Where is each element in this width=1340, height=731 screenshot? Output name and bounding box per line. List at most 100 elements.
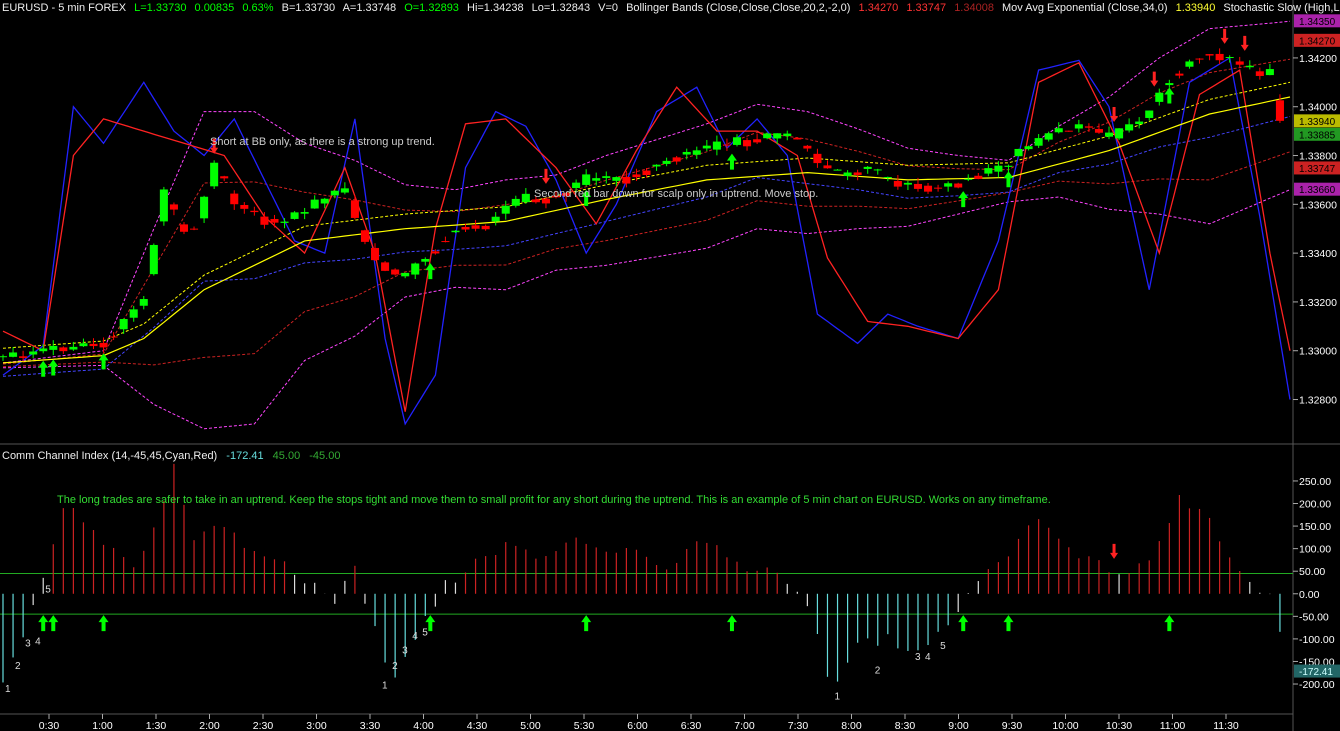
sell-arrow-icon xyxy=(1150,71,1159,87)
candle xyxy=(743,140,752,147)
candle xyxy=(501,205,510,214)
candle xyxy=(1175,73,1184,76)
candle xyxy=(451,230,460,233)
candle xyxy=(622,176,631,184)
time-tick-label: 5:00 xyxy=(520,720,541,731)
cci-buy-arrow-icon xyxy=(98,615,109,632)
sell-arrow-icon xyxy=(1220,28,1229,44)
annotation-uptrend-advice: The long trades are safer to take in an … xyxy=(57,494,1051,506)
cci-value-badge-label: -172.41 xyxy=(1299,667,1333,678)
cci-count-label: 5 xyxy=(45,584,51,595)
cci-lower: -45.00 xyxy=(309,450,341,462)
candle xyxy=(1044,133,1053,140)
time-tick-label: 4:30 xyxy=(467,720,488,731)
candle xyxy=(1205,54,1214,56)
cci-value: -172.41 xyxy=(226,450,264,462)
cci-count-label: 1 xyxy=(5,684,11,695)
time-tick-label: 2:00 xyxy=(199,720,220,731)
candle xyxy=(1155,92,1164,102)
price-tick-label: 1.33800 xyxy=(1299,151,1337,163)
time-tick-label: 9:30 xyxy=(1002,720,1023,731)
sell-arrow-icon xyxy=(541,168,550,184)
candle xyxy=(79,343,88,347)
candle xyxy=(763,133,772,139)
ask: A=1.33748 xyxy=(342,2,397,14)
cci-buy-arrow-icon xyxy=(1003,615,1014,632)
bb-value-2: 1.33747 xyxy=(906,2,947,14)
symbol-label: EURUSD - 5 min FOREX xyxy=(2,2,127,14)
last-price: L=1.33730 xyxy=(134,2,187,14)
candle xyxy=(119,319,128,330)
time-tick-label: 8:30 xyxy=(895,720,916,731)
buy-arrow-icon xyxy=(958,191,969,208)
bb-value-3: 1.34008 xyxy=(954,2,994,14)
candle xyxy=(994,165,1003,172)
candle xyxy=(401,272,410,277)
sell-arrow-icon xyxy=(1240,35,1249,51)
time-tick-label: 1:30 xyxy=(146,720,167,731)
price-tick-label: 1.34200 xyxy=(1299,53,1337,65)
candle xyxy=(521,193,530,203)
price-badge-label: 1.33940 xyxy=(1299,117,1336,128)
price-tick-label: 1.33400 xyxy=(1299,248,1337,260)
cci-tick-label: 50.00 xyxy=(1299,566,1325,578)
cci-upper: 45.00 xyxy=(272,450,301,462)
candle xyxy=(411,263,420,275)
bid: B=1.33730 xyxy=(281,2,336,14)
bb-label: Bollinger Bands (Close,Close,Close,20,2,… xyxy=(626,2,851,14)
candle xyxy=(732,137,742,145)
buy-arrow-icon xyxy=(726,153,737,170)
ema-label: Mov Avg Exponential (Close,34,0) xyxy=(1002,2,1168,14)
candle xyxy=(582,174,591,185)
chart-canvas: 123 451234 5123 451.342001.340001.338001.33… xyxy=(0,0,1340,731)
candle xyxy=(592,178,601,181)
candle xyxy=(903,182,912,185)
candle xyxy=(1235,61,1244,65)
cci-count-label: 4 xyxy=(925,652,931,663)
candle xyxy=(833,169,842,171)
candle xyxy=(371,247,380,261)
time-tick-label: 1:00 xyxy=(92,720,113,731)
price-tick-label: 1.33600 xyxy=(1299,199,1337,211)
cci-sell-arrow-icon xyxy=(1110,543,1119,559)
candle xyxy=(59,347,68,352)
candle xyxy=(1125,124,1134,131)
time-tick-label: 11:00 xyxy=(1160,720,1186,731)
cci-count-label: 5 xyxy=(940,641,946,652)
candle xyxy=(1225,57,1234,59)
candle xyxy=(873,169,882,171)
candle xyxy=(773,133,782,139)
cci-count-label: 5 xyxy=(422,627,428,638)
time-tick-label: 0:30 xyxy=(39,720,60,731)
cci-tick-label: -200.00 xyxy=(1299,679,1335,691)
cci-buy-arrow-icon xyxy=(958,615,969,632)
candle xyxy=(632,174,641,178)
candle xyxy=(1084,126,1093,128)
cci-buy-arrow-icon xyxy=(1164,615,1175,632)
cci-buy-arrow-icon xyxy=(581,615,592,632)
cci-count-label: 1 xyxy=(382,681,388,692)
buy-arrow-icon xyxy=(38,360,49,377)
candle xyxy=(863,166,872,169)
time-tick-label: 8:00 xyxy=(841,720,862,731)
candle xyxy=(672,157,681,162)
candle xyxy=(1094,129,1103,133)
cci-tick-label: 100.00 xyxy=(1299,544,1331,556)
candle xyxy=(642,170,651,176)
candle xyxy=(702,145,711,149)
time-tick-label: 4:00 xyxy=(413,720,434,731)
candle xyxy=(149,244,158,275)
candle xyxy=(461,226,470,230)
stochastic-k-line xyxy=(2,56,1291,426)
candle xyxy=(823,165,832,169)
cci-count-label: 4 xyxy=(412,631,418,642)
time-tick-label: 3:30 xyxy=(360,720,381,731)
candle xyxy=(9,352,18,357)
cci-count-label: 3 xyxy=(25,639,31,650)
price-tick-label: 1.33000 xyxy=(1299,346,1337,358)
price-badge-label: 1.34270 xyxy=(1299,36,1336,47)
candle xyxy=(29,351,38,355)
bb-inner-upper-band xyxy=(2,58,1291,365)
candle xyxy=(1004,165,1013,167)
time-tick-label: 3:00 xyxy=(306,720,327,731)
